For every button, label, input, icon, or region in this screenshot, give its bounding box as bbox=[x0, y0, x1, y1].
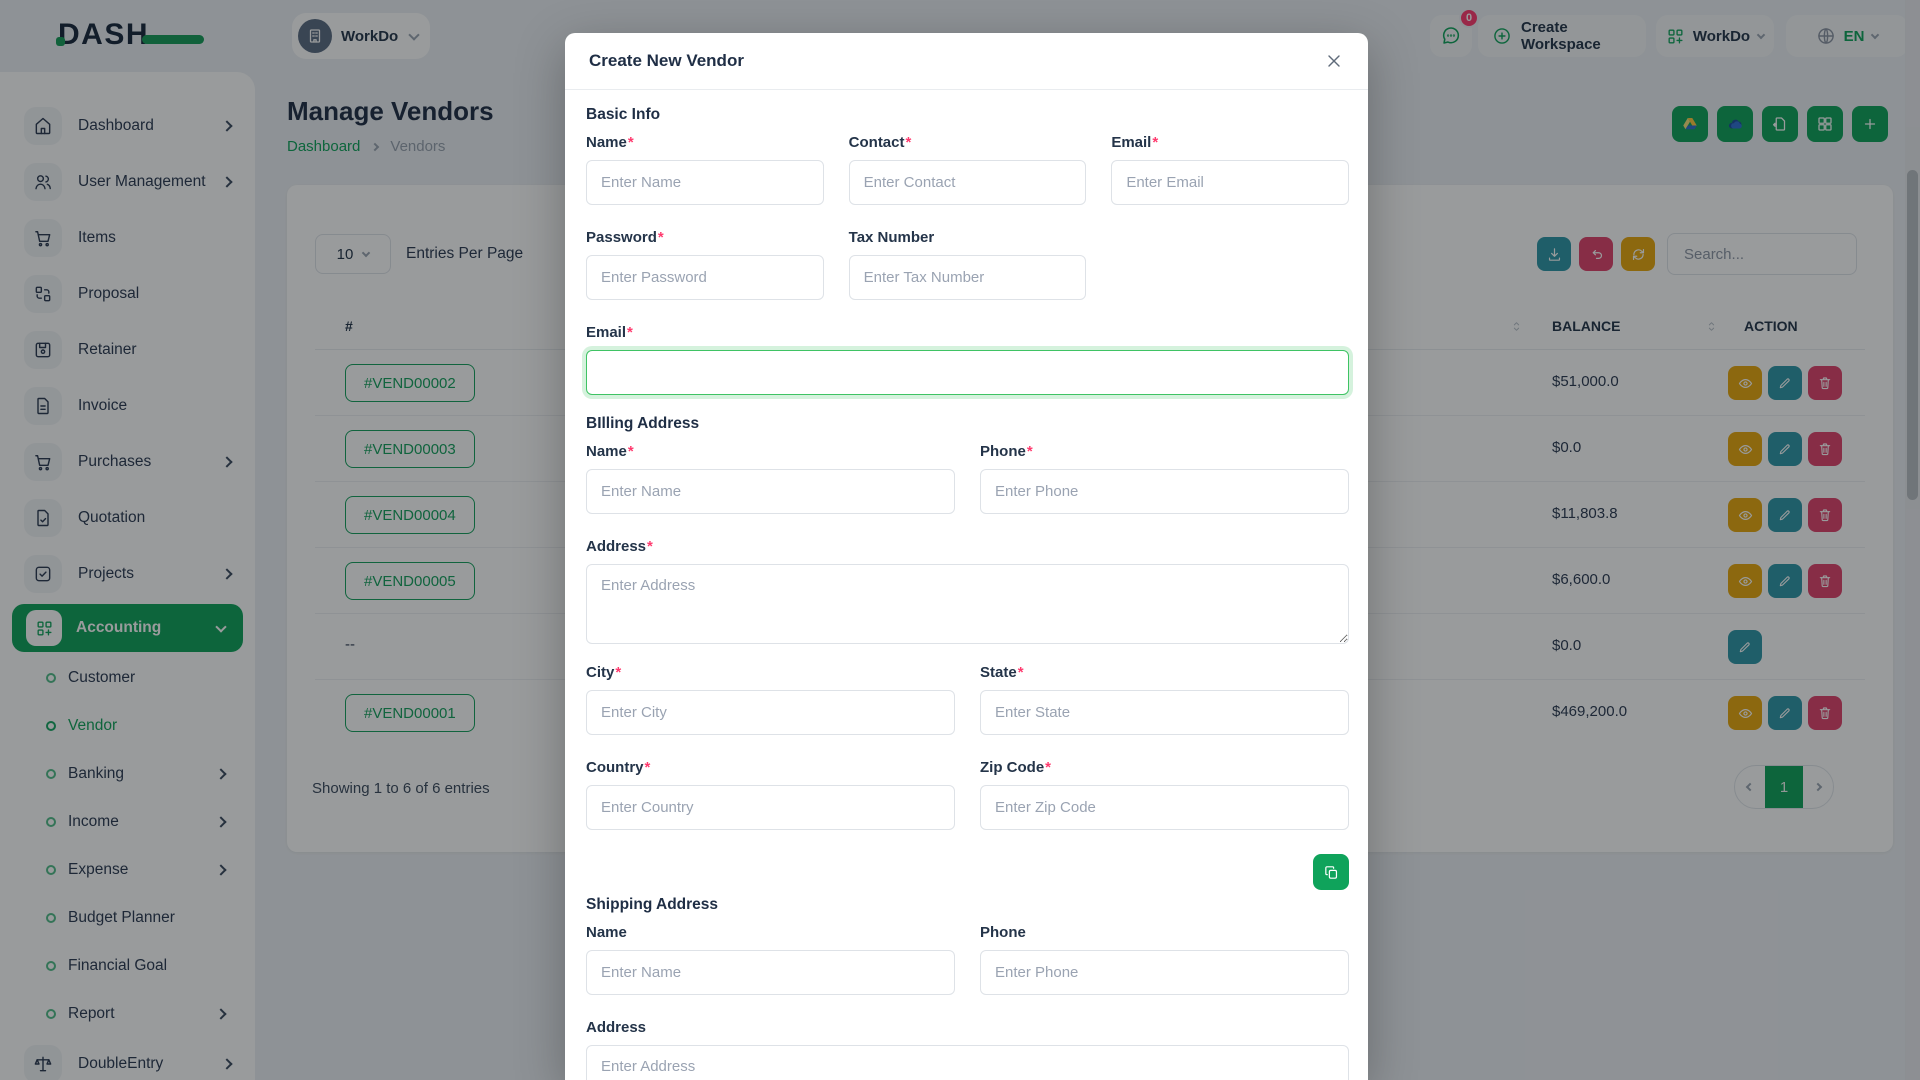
billing-city-input[interactable] bbox=[586, 690, 955, 735]
create-vendor-modal: Create New Vendor Basic Info Name* Conta… bbox=[565, 33, 1368, 1080]
shipping-name-input[interactable] bbox=[586, 950, 955, 995]
field-billing-name: Name* bbox=[586, 443, 955, 514]
billing-name-input[interactable] bbox=[586, 469, 955, 514]
billing-phone-input[interactable] bbox=[980, 469, 1349, 514]
required-mark: * bbox=[1026, 443, 1033, 460]
field-shipping-address: Address bbox=[586, 1019, 1349, 1080]
section-heading-basic-info: Basic Info bbox=[586, 106, 661, 123]
section-heading-billing-address: BIlling Address bbox=[586, 415, 700, 432]
field-label: Country bbox=[586, 759, 644, 776]
field-tax-number: Tax Number bbox=[848, 229, 1087, 300]
field-label: Tax Number bbox=[848, 229, 935, 246]
required-mark: * bbox=[644, 759, 651, 776]
field-label: Address bbox=[586, 538, 647, 555]
field-label: Email bbox=[1111, 134, 1152, 151]
shipping-phone-input[interactable] bbox=[980, 950, 1349, 995]
copy-billing-row bbox=[586, 854, 1349, 890]
field-label: City bbox=[586, 664, 615, 681]
field-billing-zip: Zip Code* bbox=[980, 759, 1349, 830]
required-mark: * bbox=[647, 538, 653, 555]
close-icon bbox=[1328, 55, 1340, 67]
required-mark: * bbox=[627, 134, 634, 151]
app-root: DASH WorkDo 0 Create Workspace WorkDo EN… bbox=[0, 0, 1920, 1080]
field-billing-state: State* bbox=[980, 664, 1349, 735]
field-label: Address bbox=[586, 1019, 647, 1036]
field-label: Name bbox=[586, 924, 627, 941]
field-label: Zip Code bbox=[980, 759, 1045, 776]
required-mark: * bbox=[615, 664, 622, 681]
tax-number-input[interactable] bbox=[848, 255, 1087, 300]
field-label: Phone bbox=[980, 443, 1026, 460]
login-email-input-focused[interactable] bbox=[586, 350, 1349, 395]
field-billing-address: Address* bbox=[586, 538, 1349, 644]
section-heading-shipping-address: Shipping Address bbox=[586, 896, 719, 913]
billing-address-textarea[interactable] bbox=[586, 564, 1349, 644]
copy-billing-to-shipping-button[interactable] bbox=[1313, 854, 1349, 890]
required-mark: * bbox=[657, 229, 664, 246]
field-billing-country: Country* bbox=[586, 759, 955, 830]
field-label: State bbox=[980, 664, 1017, 681]
email-input[interactable] bbox=[1111, 160, 1349, 205]
password-input[interactable] bbox=[586, 255, 824, 300]
field-label: Name bbox=[586, 134, 627, 151]
modal-header: Create New Vendor bbox=[565, 33, 1368, 90]
field-label: Password bbox=[586, 229, 657, 246]
field-password: Password* bbox=[586, 229, 824, 300]
billing-state-input[interactable] bbox=[980, 690, 1349, 735]
required-mark: * bbox=[1045, 759, 1052, 776]
field-billing-city: City* bbox=[586, 664, 955, 735]
field-login-email: Email* bbox=[586, 324, 1349, 395]
field-billing-phone: Phone* bbox=[980, 443, 1349, 514]
billing-country-input[interactable] bbox=[586, 785, 955, 830]
required-mark: * bbox=[1152, 134, 1159, 151]
required-mark: * bbox=[905, 134, 912, 151]
field-shipping-name: Name bbox=[586, 924, 955, 995]
field-shipping-phone: Phone bbox=[980, 924, 1349, 995]
name-input[interactable] bbox=[586, 160, 824, 205]
required-mark: * bbox=[1017, 664, 1024, 681]
field-label: Email bbox=[586, 324, 627, 341]
shipping-address-textarea[interactable] bbox=[586, 1045, 1349, 1080]
field-label: Phone bbox=[980, 924, 1026, 941]
modal-body: Basic Info Name* Contact* Email* Passwor… bbox=[565, 90, 1368, 1080]
field-email: Email* bbox=[1111, 134, 1349, 205]
contact-input[interactable] bbox=[848, 160, 1087, 205]
required-mark: * bbox=[627, 443, 634, 460]
copy-icon bbox=[1324, 865, 1337, 879]
billing-zip-input[interactable] bbox=[980, 785, 1349, 830]
close-button[interactable] bbox=[1324, 51, 1344, 71]
field-name: Name* bbox=[586, 134, 824, 205]
modal-title: Create New Vendor bbox=[589, 51, 744, 70]
required-mark: * bbox=[627, 324, 633, 341]
field-label: Name bbox=[586, 443, 627, 460]
field-contact: Contact* bbox=[848, 134, 1087, 205]
field-label: Contact bbox=[848, 134, 905, 151]
